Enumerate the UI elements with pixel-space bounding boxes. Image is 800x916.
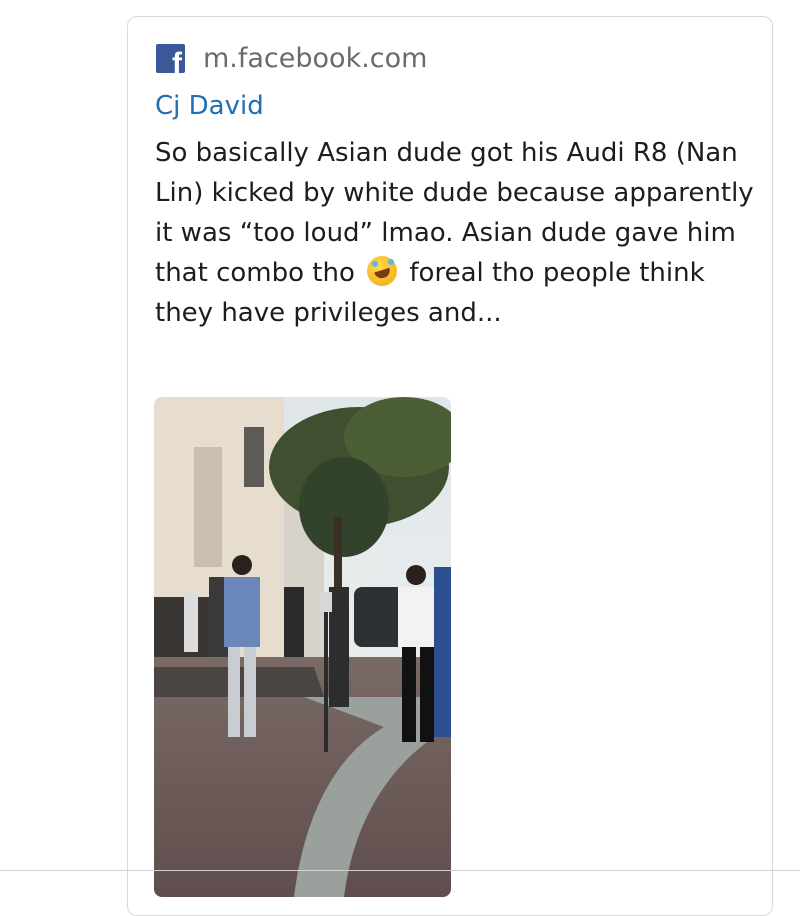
link-preview-card[interactable]: f m.facebook.com Cj David So basically A… [127,16,773,916]
rolling-on-floor-laughing-emoji-icon [367,256,398,286]
divider [0,870,800,871]
source-row: f m.facebook.com [156,43,427,74]
post-text: So basically Asian dude got his Audi R8 … [155,133,755,333]
video-thumbnail-image [154,397,451,897]
video-thumbnail[interactable] [154,397,451,897]
facebook-icon-glyph: f [172,47,182,74]
facebook-icon: f [156,44,185,73]
author-name[interactable]: Cj David [155,91,264,121]
source-domain[interactable]: m.facebook.com [203,43,427,74]
